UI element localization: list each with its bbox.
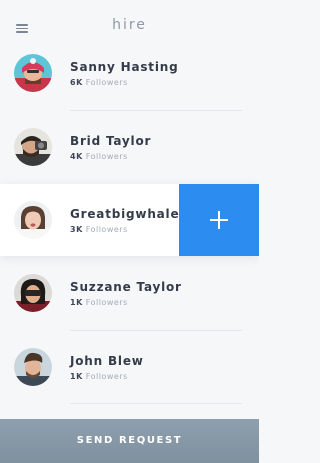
avatar [14, 54, 52, 92]
add-user-button[interactable] [179, 184, 259, 256]
plus-icon [218, 211, 220, 229]
follower-label: Followers [85, 372, 128, 381]
page-title: hire [112, 17, 147, 33]
follower-info: 6K Followers [70, 78, 128, 87]
follower-info: 3K Followers [70, 225, 128, 234]
avatar [14, 274, 52, 312]
list-item[interactable]: Sanny Hasting 6K Followers [0, 37, 259, 111]
user-name: Suzzane Taylor [70, 280, 182, 294]
list-item-selected[interactable]: Greatbigwhale 3K Followers [0, 184, 259, 256]
user-name: John Blew [70, 354, 144, 368]
list-item[interactable]: Brid Taylor 4K Followers [0, 111, 259, 185]
follower-count: 3K [70, 225, 83, 234]
follower-count: 6K [70, 78, 83, 87]
user-name: Sanny Hasting [70, 60, 179, 74]
follower-count: 1K [70, 372, 83, 381]
follower-count: 1K [70, 298, 83, 307]
follower-info: 4K Followers [70, 152, 128, 161]
follower-label: Followers [85, 78, 128, 87]
list-item[interactable]: Suzzane Taylor 1K Followers [0, 257, 259, 331]
user-name: Brid Taylor [70, 134, 152, 148]
divider [70, 403, 242, 404]
follower-info: 1K Followers [70, 372, 128, 381]
follower-count: 4K [70, 152, 83, 161]
avatar [14, 348, 52, 386]
follower-label: Followers [85, 225, 128, 234]
avatar [14, 201, 52, 239]
avatar [14, 128, 52, 166]
follower-label: Followers [85, 298, 128, 307]
hire-screen: hire Sanny Hasting 6K Followers Brid Tay… [0, 0, 259, 463]
user-name: Greatbigwhale [70, 207, 180, 221]
send-request-button[interactable]: SEND REQUEST [0, 419, 259, 463]
follower-info: 1K Followers [70, 298, 128, 307]
follower-label: Followers [85, 152, 128, 161]
list-item[interactable]: John Blew 1K Followers [0, 331, 259, 405]
